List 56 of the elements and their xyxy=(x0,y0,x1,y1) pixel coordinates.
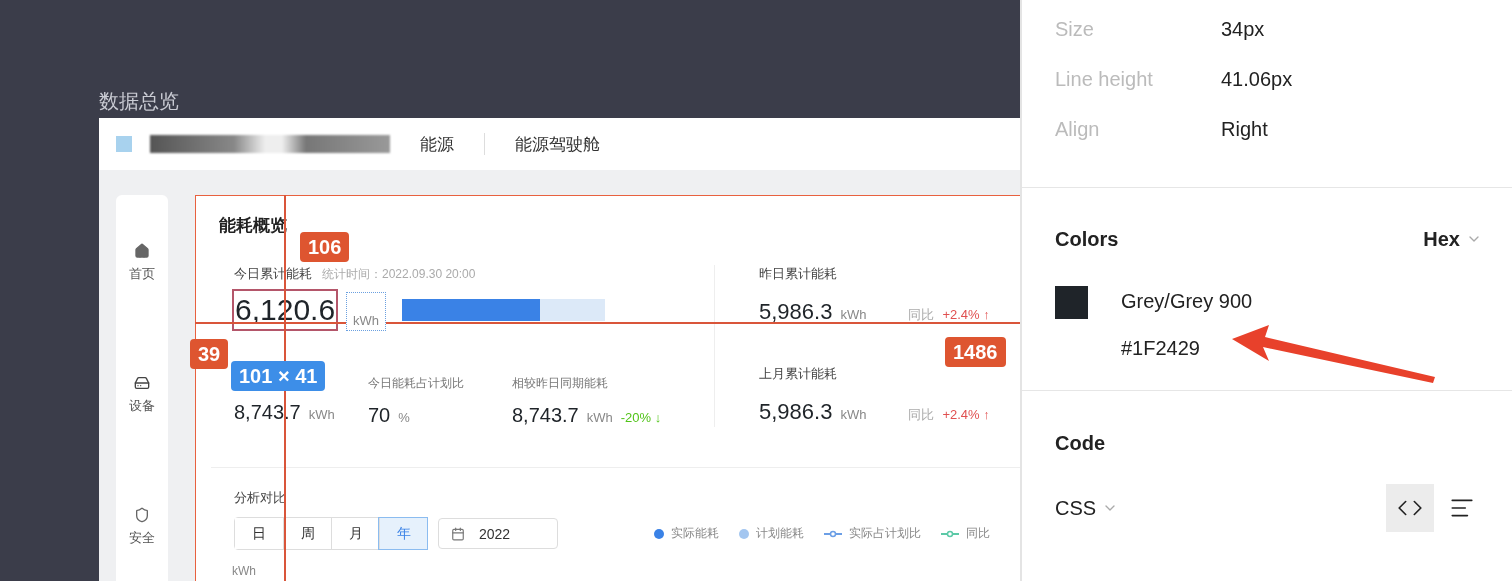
compare-label: 同比 xyxy=(908,406,935,424)
distance-badge: 39 xyxy=(190,339,229,369)
size-badge: 101 × 41 xyxy=(231,361,326,391)
distance-badge: 1486 xyxy=(945,337,1006,367)
home-icon xyxy=(134,243,150,259)
change-value: -20% ↓ xyxy=(620,410,662,425)
change-value: +2.4% ↑ xyxy=(942,307,990,322)
nav-item[interactable]: 能源驾驶舱 xyxy=(503,132,612,156)
metric-value: 5,986.3 xyxy=(759,299,833,325)
unit-label: kWh xyxy=(308,407,335,422)
metric-label: 上月累计能耗 xyxy=(759,365,838,383)
property-value: Right xyxy=(1221,117,1268,141)
metric-label: 昨日累计能耗 xyxy=(759,265,838,283)
section-title: Colors xyxy=(1055,227,1119,251)
frame-label[interactable]: 数据总览 xyxy=(99,88,1020,118)
property-label: Size xyxy=(1055,17,1095,41)
legend-label: 计划能耗 xyxy=(756,525,804,542)
shield-icon xyxy=(134,507,150,523)
distance-badge: 106 xyxy=(300,232,350,262)
legend-label: 同比 xyxy=(966,525,990,542)
sidebar-item[interactable]: 首页 xyxy=(129,265,155,283)
sidebar-item[interactable]: 设备 xyxy=(129,397,155,415)
metric-value: 5,986.3 xyxy=(759,399,833,425)
compare-label: 同比 xyxy=(908,306,935,324)
unit-label: kWh xyxy=(586,410,613,425)
calendar-icon xyxy=(451,526,465,541)
legend-label: 实际能耗 xyxy=(671,525,719,542)
unit-label: kWh xyxy=(346,292,387,331)
change-value: +2.4% ↑ xyxy=(942,407,990,422)
property-value: 41.06px xyxy=(1221,67,1293,91)
timestamp: 统计时间：2022.09.30 20:00 xyxy=(322,265,476,283)
year-value: 2022 xyxy=(479,525,511,542)
metric-value: 70 xyxy=(368,404,391,427)
color-name: Grey/Grey 900 xyxy=(1121,290,1253,313)
logo-icon xyxy=(116,136,132,152)
color-hex: #1F2429 xyxy=(1121,337,1201,360)
drive-icon xyxy=(134,375,150,391)
metric-label: 今日能耗占计划比 xyxy=(368,375,465,392)
sidebar-item[interactable]: 安全 xyxy=(129,529,155,547)
nav-item[interactable]: 能源 xyxy=(408,132,466,156)
metric-value: 8,743.7 xyxy=(512,404,579,427)
unit-label: kWh xyxy=(840,307,868,322)
axis-unit: kWh xyxy=(232,564,257,578)
code-view-button[interactable] xyxy=(1386,484,1434,532)
metric-label: 相较昨日同期能耗 xyxy=(512,375,609,392)
property-label: Align xyxy=(1055,117,1101,141)
language-dropdown[interactable]: CSS xyxy=(1055,496,1119,520)
unit-label: % xyxy=(398,410,410,425)
property-value: 34px xyxy=(1221,17,1265,41)
year-picker[interactable]: 2022 xyxy=(438,518,558,549)
format-dropdown[interactable]: Hex xyxy=(1423,227,1482,251)
section-title: Code xyxy=(1055,431,1105,455)
color-swatch[interactable] xyxy=(1055,286,1088,319)
unit-label: kWh xyxy=(840,407,868,422)
legend-label: 实际占计划比 xyxy=(849,525,921,542)
property-label: Line height xyxy=(1055,67,1154,91)
